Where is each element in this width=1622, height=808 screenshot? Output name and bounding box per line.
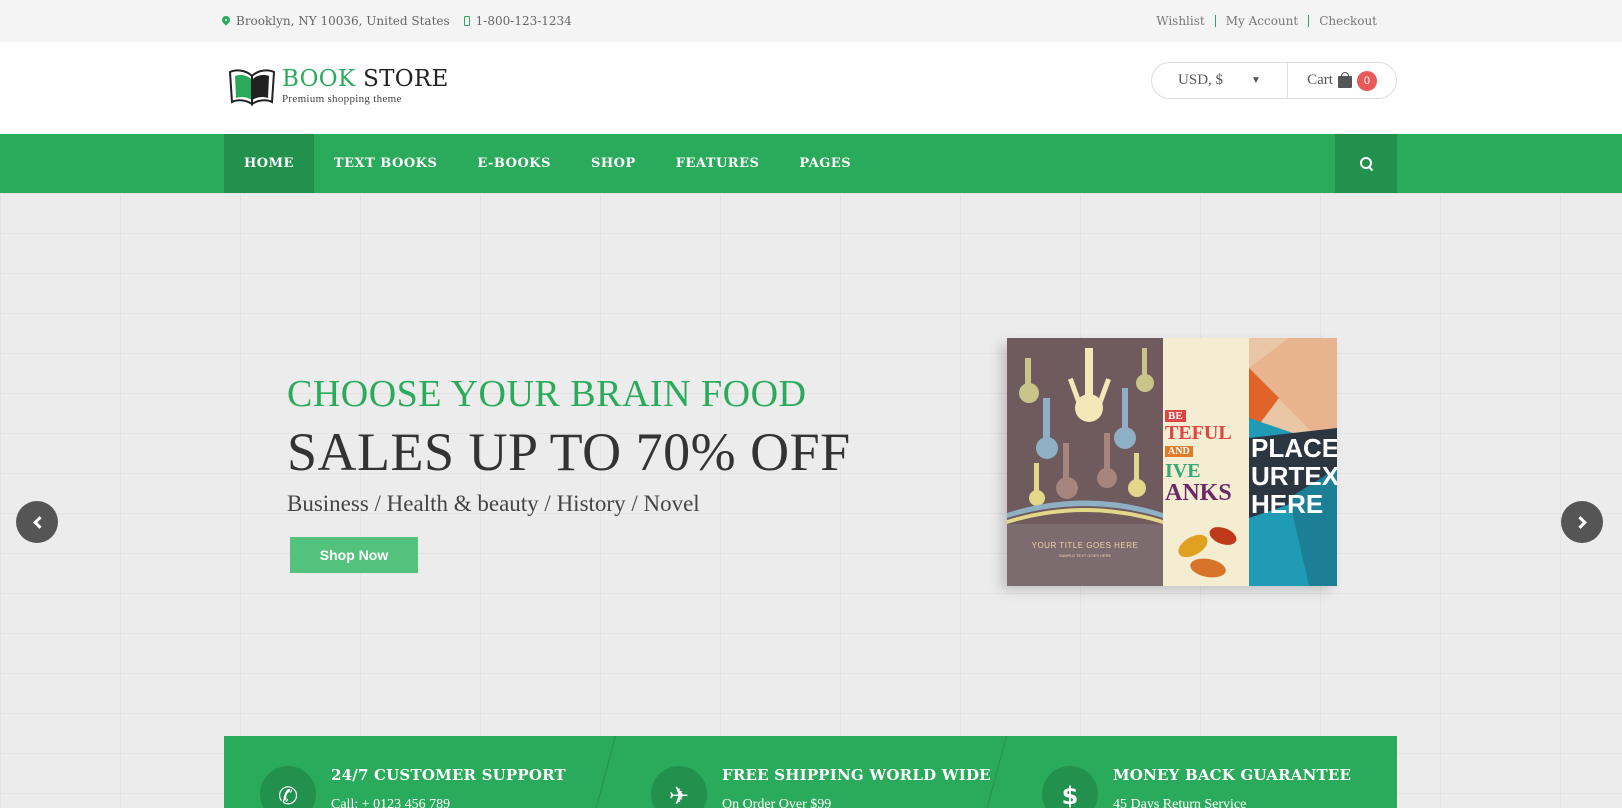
currency-value: USD, $ <box>1178 72 1224 88</box>
hero-slider: CHOOSE YOUR BRAIN FOOD SALES UP TO 70% O… <box>0 193 1622 808</box>
features-bar: ✆ 24/7 CUSTOMER SUPPORT Call: + 0123 456… <box>224 736 1397 808</box>
cart-button[interactable]: Cart 0 <box>1288 63 1396 98</box>
contact-info: Brooklyn, NY 10036, United States 1-800-… <box>222 0 572 42</box>
chevron-right-icon <box>1573 515 1587 529</box>
book3-line3: HERE <box>1251 489 1324 519</box>
book-cover-place-text: PLACE URTEXT HERE <box>1249 338 1337 586</box>
feature-subtitle: 45 Days Return Service <box>1113 797 1247 808</box>
nav-item-text-books[interactable]: TEXT BOOKS <box>314 134 457 193</box>
hero-headline: SALES UP TO 70% OFF <box>287 422 851 482</box>
address-text: Brooklyn, NY 10036, United States <box>236 14 450 28</box>
logo-word-book: BOOK <box>282 66 356 92</box>
address-info: Brooklyn, NY 10036, United States <box>222 14 450 28</box>
caret-down-icon: ▼ <box>1251 75 1261 86</box>
book2-line1: BE <box>1165 410 1186 422</box>
feature-subtitle: On Order Over $99 <box>722 797 832 808</box>
hero-kicker: CHOOSE YOUR BRAIN FOOD <box>287 373 807 415</box>
hero-books-image: YOUR TITLE GOES HERE SAMPLE TEXT GOES HE… <box>1001 338 1337 590</box>
shop-now-button[interactable]: Shop Now <box>290 537 418 573</box>
site-header: BOOK STORE Premium shopping theme USD, $… <box>0 42 1622 134</box>
map-pin-icon <box>222 16 230 27</box>
main-nav: HOME TEXT BOOKS E-BOOKS SHOP FEATURES PA… <box>0 134 1622 193</box>
phone-info: 1-800-123-1234 <box>463 14 572 28</box>
plane-icon: ✈ <box>651 766 707 808</box>
book3-line2: URTEXT <box>1251 461 1337 491</box>
cart-count-badge: 0 <box>1356 70 1377 91</box>
book2-line2: TEFUL <box>1165 422 1232 444</box>
nav-item-e-books[interactable]: E-BOOKS <box>457 134 571 193</box>
book-cover-hands: YOUR TITLE GOES HERE SAMPLE TEXT GOES HE… <box>1007 338 1163 586</box>
slider-next-button[interactable] <box>1561 501 1603 543</box>
book1-subcaption: SAMPLE TEXT GOES HERE <box>1058 553 1112 558</box>
cart-label: Cart <box>1307 72 1333 88</box>
phone-text: 1-800-123-1234 <box>475 14 572 28</box>
feature-title: FREE SHIPPING WORLD WIDE <box>722 766 991 784</box>
feature-title: MONEY BACK GUARANTEE <box>1113 766 1352 784</box>
open-book-icon <box>228 69 276 106</box>
nav-item-pages[interactable]: PAGES <box>779 134 871 193</box>
book3-line1: PLACE <box>1251 433 1337 463</box>
logo-title: BOOK STORE <box>282 67 449 91</box>
nav-item-shop[interactable]: SHOP <box>571 134 656 193</box>
logo-tagline: Premium shopping theme <box>282 93 402 105</box>
my-account-link[interactable]: My Account <box>1214 15 1309 27</box>
dollar-icon: $ <box>1042 766 1098 808</box>
nav-menu: HOME TEXT BOOKS E-BOOKS SHOP FEATURES PA… <box>224 134 871 193</box>
feature-subtitle: Call: + 0123 456 789 <box>331 797 451 808</box>
wishlist-link[interactable]: Wishlist <box>1146 15 1215 27</box>
book2-line5: ANKS <box>1165 480 1232 506</box>
hero-subtitle: Business / Health & beauty / History / N… <box>287 491 700 516</box>
search-icon <box>1359 157 1373 170</box>
feature-shipping: ✈ FREE SHIPPING WORLD WIDE On Order Over… <box>615 736 1006 808</box>
nav-item-features[interactable]: FEATURES <box>656 134 780 193</box>
logo-word-store: STORE <box>363 66 449 92</box>
checkout-link[interactable]: Checkout <box>1308 15 1387 27</box>
phone-icon: ✆ <box>260 766 316 808</box>
currency-select[interactable]: USD, $ ▼ <box>1152 63 1288 98</box>
autumn-leaves-illustration <box>1178 527 1237 578</box>
logo-text: BOOK STORE Premium shopping theme <box>282 67 449 105</box>
top-bar: Brooklyn, NY 10036, United States 1-800-… <box>0 0 1622 42</box>
slider-prev-button[interactable] <box>16 501 58 543</box>
shopping-bag-icon <box>1337 71 1352 88</box>
site-logo[interactable]: BOOK STORE Premium shopping theme <box>228 66 449 106</box>
search-button[interactable] <box>1335 134 1397 193</box>
book-cover-thanks: BE TEFUL AND IVE ANKS <box>1163 338 1249 586</box>
feature-money-back: $ MONEY BACK GUARANTEE 45 Days Return Se… <box>1006 736 1397 808</box>
book1-caption: YOUR TITLE GOES HERE <box>1031 541 1139 550</box>
hero-text: CHOOSE YOUR BRAIN FOOD SALES UP TO 70% O… <box>287 373 851 573</box>
account-links: Wishlist My Account Checkout <box>1146 0 1387 42</box>
feature-support: ✆ 24/7 CUSTOMER SUPPORT Call: + 0123 456… <box>224 736 615 808</box>
nav-item-home[interactable]: HOME <box>224 134 314 193</box>
feature-title: 24/7 CUSTOMER SUPPORT <box>331 766 566 784</box>
chevron-left-icon <box>32 515 46 529</box>
header-widgets: USD, $ ▼ Cart 0 <box>1151 62 1397 99</box>
mobile-icon <box>463 16 470 26</box>
book2-line3: AND <box>1165 446 1193 457</box>
